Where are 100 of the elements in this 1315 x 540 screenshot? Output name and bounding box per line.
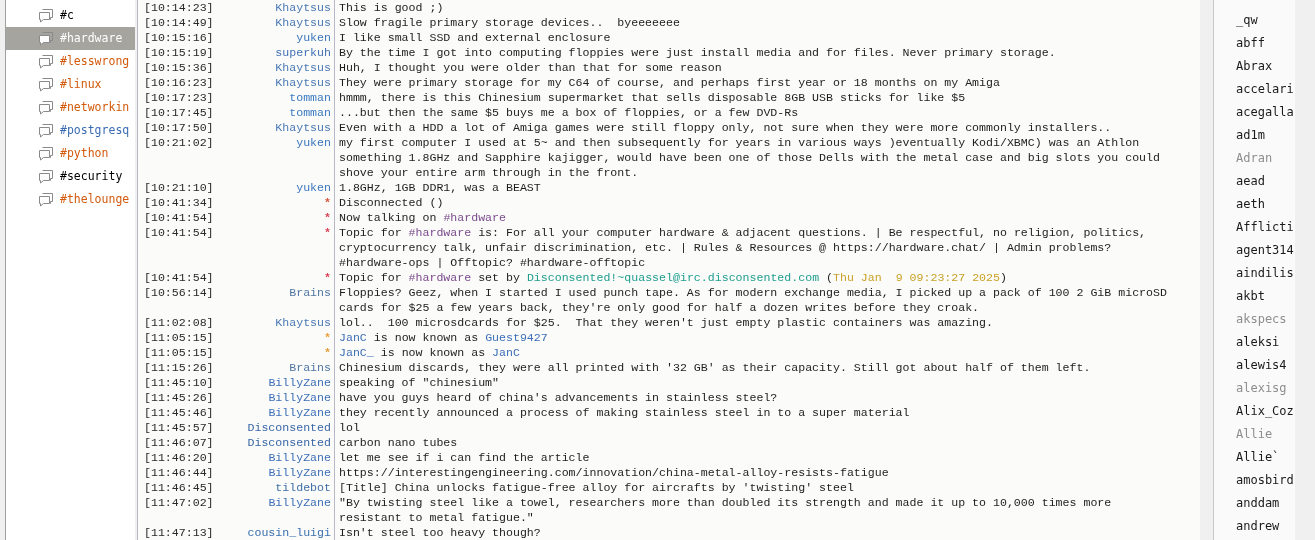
nick: * [324,270,331,285]
chat-bubble-icon [38,169,54,184]
nick: yuken [296,135,331,151]
message-text: [Title] China unlocks fatigue-free alloy for aircrafts by 'twisting' steel [339,480,854,495]
nick: * [324,225,331,241]
nick-list-item[interactable]: aeth [1236,194,1265,213]
nick: Brains [289,360,331,375]
nick: * [324,330,331,345]
channel-item[interactable]: #linux [6,73,135,96]
message-text: Now talking on #hardware [339,210,506,225]
message-text: Slow fragile primary storage devices.. byeeeeeee [339,15,680,30]
timestamp: [10:14:23] [143,0,215,15]
nick: Khaytsus [275,315,331,330]
nick: BillyZane [268,390,331,405]
nick-list-item[interactable]: anddam [1236,493,1280,512]
message-text: Even with a HDD a lot of Amiga games were still floppy only, not sure when they were more commonly installers.. [339,120,1112,135]
nick-list-item[interactable]: agent314 [1236,240,1294,259]
nick: tomman [289,90,331,105]
channel-name: #python [60,144,109,162]
chat-bubble-icon [38,8,54,23]
nick-list-item[interactable]: alewis4 [1236,355,1287,374]
channel-item[interactable]: #python [6,142,135,165]
timestamp: [10:17:50] [143,120,215,135]
nick: Khaytsus [275,120,331,135]
nick: Brains [289,285,331,301]
channel-name: #security [60,167,123,185]
timestamp: [10:16:23] [143,75,215,90]
nick: Khaytsus [275,15,331,30]
timestamp: [11:45:26] [143,390,215,405]
message-text: Disconnected () [339,195,444,210]
timestamp: [10:21:02] [143,135,215,151]
nick-list-item[interactable]: accelari [1236,79,1294,98]
timestamp: [10:41:54] [143,225,215,241]
timestamp: [11:45:10] [143,375,215,390]
channel-item[interactable]: #security [6,165,135,188]
nick-list-item[interactable]: ad1m [1236,125,1265,144]
nick: BillyZane [268,405,331,420]
message-text: Topic for #hardware set by Disconsented!~quassel@irc.disconsented.com (Thu Jan 9 09:23:27 2025) [339,270,1007,285]
timestamp: [11:46:45] [143,480,215,495]
timestamp: [11:15:26] [143,360,215,375]
message-text: have you guys heard of china's advancements in stainless steel? [339,390,778,405]
nick: yuken [296,30,331,45]
nick-list-item[interactable]: aead [1236,171,1265,190]
nick: BillyZane [268,495,331,511]
message-text: By the time I got into computing floppies were just install media and for files. Never primary storage. [339,45,1056,60]
nick-list-item[interactable]: Abrax [1236,56,1273,75]
timestamp: [11:47:02] [143,495,215,511]
nick-list-item[interactable]: acegalla [1236,102,1294,121]
message-text: This is good ;) [339,0,444,15]
channel-item[interactable]: #lesswrong [6,50,135,73]
nick-list-item[interactable]: aindilis [1236,263,1294,282]
nick: cousin_luigi [247,525,331,540]
nick-list-item[interactable]: akbt [1236,286,1265,305]
message-text: They were primary storage for my C64 of course, and perhaps first year or 18 months on my Amiga [339,75,1000,90]
timestamp: [11:46:07] [143,435,215,450]
nick-list-item[interactable]: _qw [1236,10,1258,29]
message-text: ...but then the same $5 buys me a box of floppies, or a few DVD-Rs [339,105,799,120]
message-text: Floppies? Geez, when I started I used punch tape. As for modern exchange media, I picked up a pack of 100 2 GiB microSD cards for $25 a few years back, they're only good for half a dozen writes before they croak. [339,285,1168,315]
nick: tomman [289,105,331,120]
chat-bubble-icon [38,192,54,207]
message-text: JanC_ is now known as JanC [339,345,520,360]
nick-list-item[interactable]: Allie` [1236,447,1280,466]
nick-list-item[interactable]: aleksi [1236,332,1280,351]
timestamp: [10:41:54] [143,210,215,225]
chat-bubble-icon [38,146,54,161]
timestamp: [10:41:54] [143,270,215,285]
message-text: hmmm, there is this Chinesium supermarket that sells disposable 8GB USB sticks for like $5 [339,90,966,105]
nick: Khaytsus [275,60,331,75]
channel-item[interactable]: #thelounge [6,188,135,211]
nick: tildebot [275,480,331,495]
nick: BillyZane [268,375,331,390]
message-text: let me see if i can find the article [339,450,590,465]
timestamp: [10:15:19] [143,45,215,60]
nick-list-item[interactable]: Alix_Coz [1236,401,1294,420]
timestamp: [11:45:46] [143,405,215,420]
message-text: I like small SSD and external enclosure [339,30,611,45]
timestamp: [11:05:15] [143,345,215,360]
message-text: lol [339,420,360,435]
chat-bubble-icon [38,100,54,115]
timestamp: [10:17:45] [143,105,215,120]
chat-bubble-icon [38,77,54,92]
message-text: carbon nano tubes [339,435,458,450]
channel-name: #lesswrong [60,52,130,70]
nick: * [324,210,331,225]
nick: BillyZane [268,450,331,465]
nick-list-item[interactable]: abff [1236,33,1265,52]
channel-item[interactable]: #c [6,4,135,27]
timestamp: [11:05:15] [143,330,215,345]
channel-item[interactable]: #networkin [6,96,135,119]
channel-name: #thelounge [60,190,130,208]
nick-list-item[interactable]: andrew [1236,516,1280,535]
timestamp: [11:45:57] [143,420,215,435]
channel-item[interactable]: #postgresq [6,119,135,142]
timestamp: [10:41:34] [143,195,215,210]
nick-list-item[interactable]: Afflicti [1236,217,1294,236]
nick-list-item[interactable]: amosbird [1236,470,1294,489]
nick: Disconsented [247,420,331,435]
timestamp: [10:21:10] [143,180,215,195]
timestamp: [11:46:44] [143,465,215,480]
nick: yuken [296,180,331,195]
